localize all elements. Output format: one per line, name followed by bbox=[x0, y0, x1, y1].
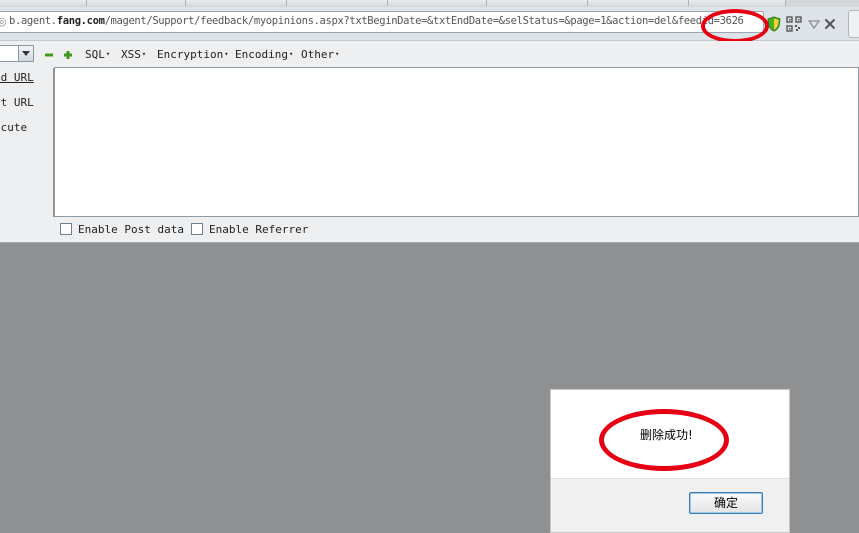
url-param-highlight-circle bbox=[701, 9, 769, 43]
address-bar: ◎ b.agent.fang.com/magent/Support/feedba… bbox=[0, 7, 859, 43]
hackbar-toolbar: SQL▾ XSS▾ Encryption▾ Encoding▾ Other▾ bbox=[0, 41, 859, 68]
browser-tab[interactable] bbox=[487, 0, 588, 6]
split-url-label: it URL bbox=[0, 96, 34, 109]
close-icon[interactable] bbox=[822, 16, 838, 32]
panel-divider bbox=[0, 242, 859, 243]
split-url-button[interactable]: it URL bbox=[0, 96, 34, 109]
url-host-prefix: b.agent. bbox=[9, 15, 57, 27]
caret-down-icon: ▾ bbox=[141, 50, 147, 58]
qr-code-icon[interactable] bbox=[786, 16, 802, 32]
menu-label: SQL bbox=[85, 48, 105, 61]
browser-tab[interactable] bbox=[689, 0, 786, 6]
menu-label: XSS bbox=[121, 48, 141, 61]
execute-label: ecute bbox=[0, 121, 28, 134]
browser-tab[interactable] bbox=[0, 0, 87, 6]
minus-icon[interactable] bbox=[44, 50, 54, 60]
hackbar-select[interactable] bbox=[0, 45, 34, 62]
alert-dialog: 删除成功! 确定 bbox=[550, 389, 790, 533]
menu-label: Encoding bbox=[235, 48, 288, 61]
side-panel-edge[interactable] bbox=[848, 10, 859, 38]
browser-tab[interactable] bbox=[186, 0, 287, 6]
browser-tab[interactable] bbox=[287, 0, 388, 6]
url-input[interactable]: ◎ b.agent.fang.com/magent/Support/feedba… bbox=[0, 11, 764, 33]
menu-xss[interactable]: XSS▾ bbox=[121, 48, 146, 61]
url-path: /magent/Support/feedback/myopinions.aspx… bbox=[104, 15, 744, 27]
post-data-checkbox[interactable] bbox=[60, 223, 72, 235]
caret-down-icon: ▾ bbox=[335, 50, 340, 58]
hackbar-sidebar: ad URL it URL ecute bbox=[0, 68, 53, 242]
menu-encoding[interactable]: Encoding▾ bbox=[235, 48, 293, 61]
message-highlight-circle bbox=[599, 409, 729, 471]
plus-icon[interactable] bbox=[63, 50, 73, 60]
hackbar-url-editor[interactable] bbox=[54, 67, 859, 217]
ok-button[interactable]: 确定 bbox=[689, 492, 763, 514]
referrer-checkbox[interactable] bbox=[191, 223, 203, 235]
browser-tab[interactable] bbox=[588, 0, 689, 6]
load-url-label: ad URL bbox=[0, 71, 34, 84]
page-icon: ◎ bbox=[0, 15, 7, 28]
browser-tab[interactable] bbox=[87, 0, 186, 6]
post-data-label[interactable]: Enable Post data bbox=[78, 223, 184, 236]
menu-label: Other bbox=[301, 48, 335, 61]
caret-down-icon: ▾ bbox=[105, 50, 111, 58]
load-url-button[interactable]: ad URL bbox=[0, 71, 34, 84]
referrer-label[interactable]: Enable Referrer bbox=[209, 223, 308, 236]
menu-other[interactable]: Other▾ bbox=[301, 48, 339, 61]
url-host-domain: fang.com bbox=[56, 15, 105, 27]
hackbar-options: Enable Post data Enable Referrer bbox=[53, 217, 859, 242]
shield-icon[interactable] bbox=[766, 16, 782, 32]
execute-button[interactable]: ecute bbox=[0, 121, 27, 134]
dropdown-icon[interactable] bbox=[806, 16, 822, 32]
menu-encryption[interactable]: Encryption▾ bbox=[157, 48, 228, 61]
menu-sql[interactable]: SQL▾ bbox=[85, 48, 110, 61]
browser-tab[interactable] bbox=[388, 0, 487, 6]
menu-label: Encryption bbox=[157, 48, 224, 61]
url-text[interactable]: b.agent.fang.com/magent/Support/feedback… bbox=[9, 15, 744, 27]
caret-down-icon: ▾ bbox=[288, 50, 294, 58]
caret-down-icon: ▾ bbox=[224, 50, 229, 58]
chevron-down-icon[interactable] bbox=[18, 46, 33, 61]
dialog-body: 删除成功! bbox=[551, 390, 789, 479]
